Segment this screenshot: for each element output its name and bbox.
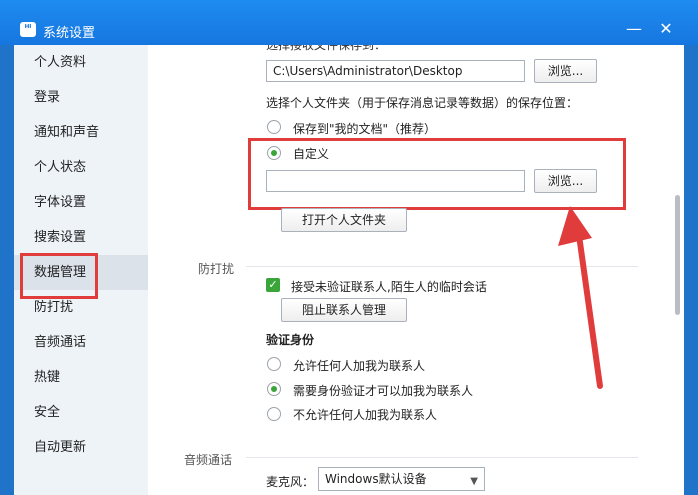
verify-anyone-label: 允许任何人加我为联系人: [293, 359, 426, 373]
verify-none-label: 不允许任何人加我为联系人: [293, 408, 438, 422]
audio-divider: [246, 457, 638, 458]
verify-radio-none[interactable]: [267, 407, 281, 421]
receive-file-label: 选择接收文件保存到：: [266, 45, 387, 52]
receive-path-input[interactable]: C:\Users\Administrator\Desktop: [266, 60, 525, 82]
accept-temp-checkbox[interactable]: ✓: [266, 278, 280, 292]
sidebar-item-search[interactable]: 搜索设置: [14, 220, 148, 255]
scrollbar-thumb[interactable]: [675, 195, 680, 315]
sidebar-item-notify[interactable]: 通知和声音: [14, 115, 148, 150]
folder-question-label: 选择个人文件夹（用于保存消息记录等数据）的保存位置：: [266, 96, 579, 110]
close-icon[interactable]: ✕: [656, 19, 676, 39]
sidebar-item-audio[interactable]: 音频通话: [14, 325, 148, 360]
sidebar-item-hotkey[interactable]: 热键: [14, 360, 148, 395]
minimize-icon[interactable]: —: [624, 19, 644, 39]
annotation-arrow-icon: [558, 206, 603, 389]
audio-section-label: 音频通话: [184, 453, 233, 467]
anti-disturb-section-label: 防打扰: [198, 262, 235, 276]
verify-radio-auth[interactable]: [267, 382, 281, 396]
open-folder-button[interactable]: 打开个人文件夹: [281, 208, 407, 232]
chevron-down-icon: ▼: [470, 476, 478, 487]
verify-heading: 验证身份: [266, 333, 315, 347]
mic-label: 麦克风：: [266, 475, 315, 489]
sidebar-item-security[interactable]: 安全: [14, 395, 148, 430]
scrollbar[interactable]: [670, 45, 684, 495]
sidebar-item-font[interactable]: 字体设置: [14, 185, 148, 220]
sidebar-item-update[interactable]: 自动更新: [14, 430, 148, 465]
title-bar: ᴴᴵ 系统设置 — ✕: [0, 0, 698, 45]
window-edge-left: [0, 45, 14, 495]
radio-my-docs-label: 保存到"我的文档"（推荐）: [293, 122, 437, 136]
browse-button[interactable]: 浏览...: [534, 59, 597, 83]
verify-radio-anyone[interactable]: [267, 357, 281, 371]
window-edge-right: [684, 45, 698, 495]
accept-temp-label: 接受未验证联系人,陌生人的临时会话: [291, 280, 487, 294]
window-title: 系统设置: [43, 26, 96, 41]
sidebar-item-login[interactable]: 登录: [14, 80, 148, 115]
sidebar-item-profile[interactable]: 个人资料: [14, 45, 148, 80]
app-logo-icon: ᴴᴵ: [20, 22, 36, 37]
verify-auth-label: 需要身份验证才可以加我为联系人: [293, 384, 474, 398]
sidebar: 个人资料 登录 通知和声音 个人状态 字体设置 搜索设置 数据管理 防打扰 音频…: [14, 45, 148, 495]
settings-window: ᴴᴵ 系统设置 — ✕ 个人资料 登录 通知和声音 个人状态 字体设置 搜索设置…: [0, 0, 698, 495]
sidebar-item-status[interactable]: 个人状态: [14, 150, 148, 185]
mic-select[interactable]: Windows默认设备 ▼: [318, 467, 485, 491]
annotation-highlight-sidebar: [20, 253, 98, 299]
mic-select-value: Windows默认设备: [325, 472, 427, 486]
block-mgmt-button[interactable]: 阻止联系人管理: [281, 298, 407, 322]
radio-my-docs[interactable]: [267, 120, 281, 134]
